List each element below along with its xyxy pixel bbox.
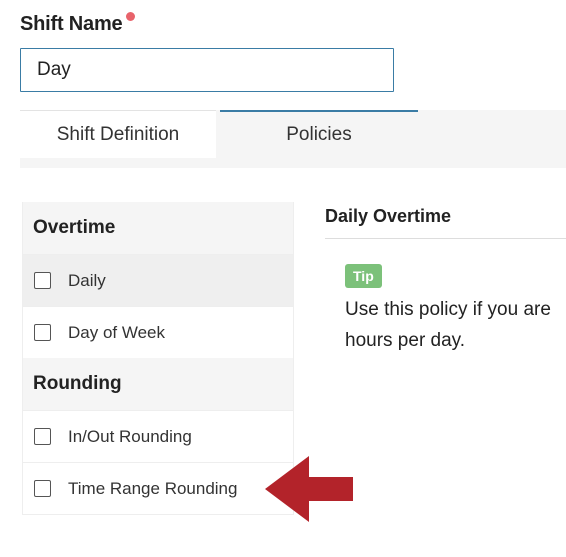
time-range-rounding-checkbox[interactable] — [34, 480, 51, 497]
policy-item-label: Time Range Rounding — [68, 478, 238, 498]
daily-checkbox[interactable] — [34, 272, 51, 289]
policy-item-daily[interactable]: Daily — [23, 254, 293, 306]
in-out-rounding-checkbox[interactable] — [34, 428, 51, 445]
tab-policies[interactable]: Policies — [220, 110, 418, 158]
section-rounding-header: Rounding — [23, 358, 293, 410]
arrow-icon — [265, 456, 353, 522]
policy-item-day-of-week[interactable]: Day of Week — [23, 306, 293, 358]
policy-item-time-range-rounding[interactable]: Time Range Rounding — [23, 462, 293, 514]
tip-badge: Tip — [345, 264, 382, 288]
arrow-shape — [265, 456, 353, 522]
policy-list: Overtime Daily Day of Week Rounding In/O… — [22, 202, 294, 515]
shift-name-label: Shift Name — [20, 12, 136, 36]
required-indicator-icon — [126, 12, 136, 21]
tab-shift-definition[interactable]: Shift Definition — [20, 110, 216, 158]
shift-name-label-text: Shift Name — [20, 13, 123, 35]
policy-item-in-out-rounding[interactable]: In/Out Rounding — [23, 410, 293, 462]
tab-strip: Shift Definition Policies — [20, 110, 566, 168]
section-overtime-header: Overtime — [23, 202, 293, 254]
day-of-week-checkbox[interactable] — [34, 324, 51, 341]
policy-item-label: Daily — [68, 270, 106, 290]
detail-divider — [325, 238, 566, 239]
detail-title: Daily Overtime — [325, 206, 452, 226]
policy-item-label: In/Out Rounding — [68, 426, 192, 446]
tip-text: Use this policy if you are hours per day… — [345, 299, 551, 351]
shift-name-input[interactable] — [20, 48, 394, 92]
policy-item-label: Day of Week — [68, 322, 166, 342]
